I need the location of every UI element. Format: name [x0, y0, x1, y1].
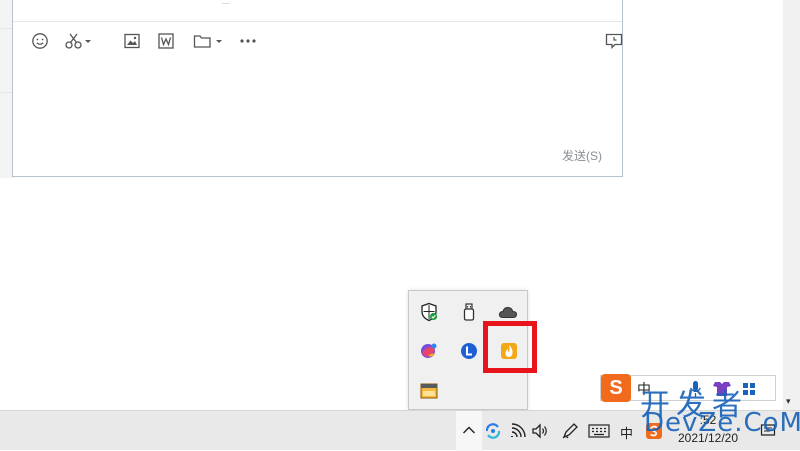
- ime-indicator[interactable]: 中: [620, 423, 633, 442]
- window-edge-mark: [222, 0, 230, 4]
- emoji-icon[interactable]: [29, 30, 51, 52]
- security-shield-icon[interactable]: [418, 301, 440, 323]
- folder-icon[interactable]: [192, 30, 224, 52]
- sogou-logo[interactable]: S: [601, 374, 631, 402]
- touch-keyboard-icon[interactable]: [588, 421, 610, 441]
- blue-l-app-icon[interactable]: [458, 340, 480, 362]
- highlight-box: [483, 321, 537, 373]
- watermark-domain: DevZe.CoM: [644, 408, 800, 438]
- pen-icon[interactable]: [560, 421, 580, 441]
- right-scroll-edge: [783, 0, 800, 410]
- message-record-icon[interactable]: [603, 30, 625, 52]
- dropdown-arrow-icon[interactable]: ▾: [786, 396, 791, 407]
- sync-app-icon[interactable]: [483, 421, 503, 441]
- chat-input-window: 发送(S): [12, 0, 623, 177]
- scissors-icon[interactable]: [63, 30, 93, 52]
- wifi-icon[interactable]: [508, 421, 528, 441]
- word-icon[interactable]: [155, 30, 177, 52]
- onedrive-cloud-icon[interactable]: [497, 301, 519, 323]
- window-app-icon[interactable]: [418, 380, 440, 402]
- send-button[interactable]: 发送(S): [562, 147, 602, 164]
- more-icon[interactable]: [237, 30, 259, 52]
- usb-drive-icon[interactable]: [458, 301, 480, 323]
- colorful-app-icon[interactable]: [418, 340, 440, 362]
- message-area-divider: [13, 21, 622, 22]
- image-icon[interactable]: [121, 30, 143, 52]
- show-hidden-icons-button[interactable]: [456, 411, 482, 451]
- volume-icon[interactable]: [530, 421, 550, 441]
